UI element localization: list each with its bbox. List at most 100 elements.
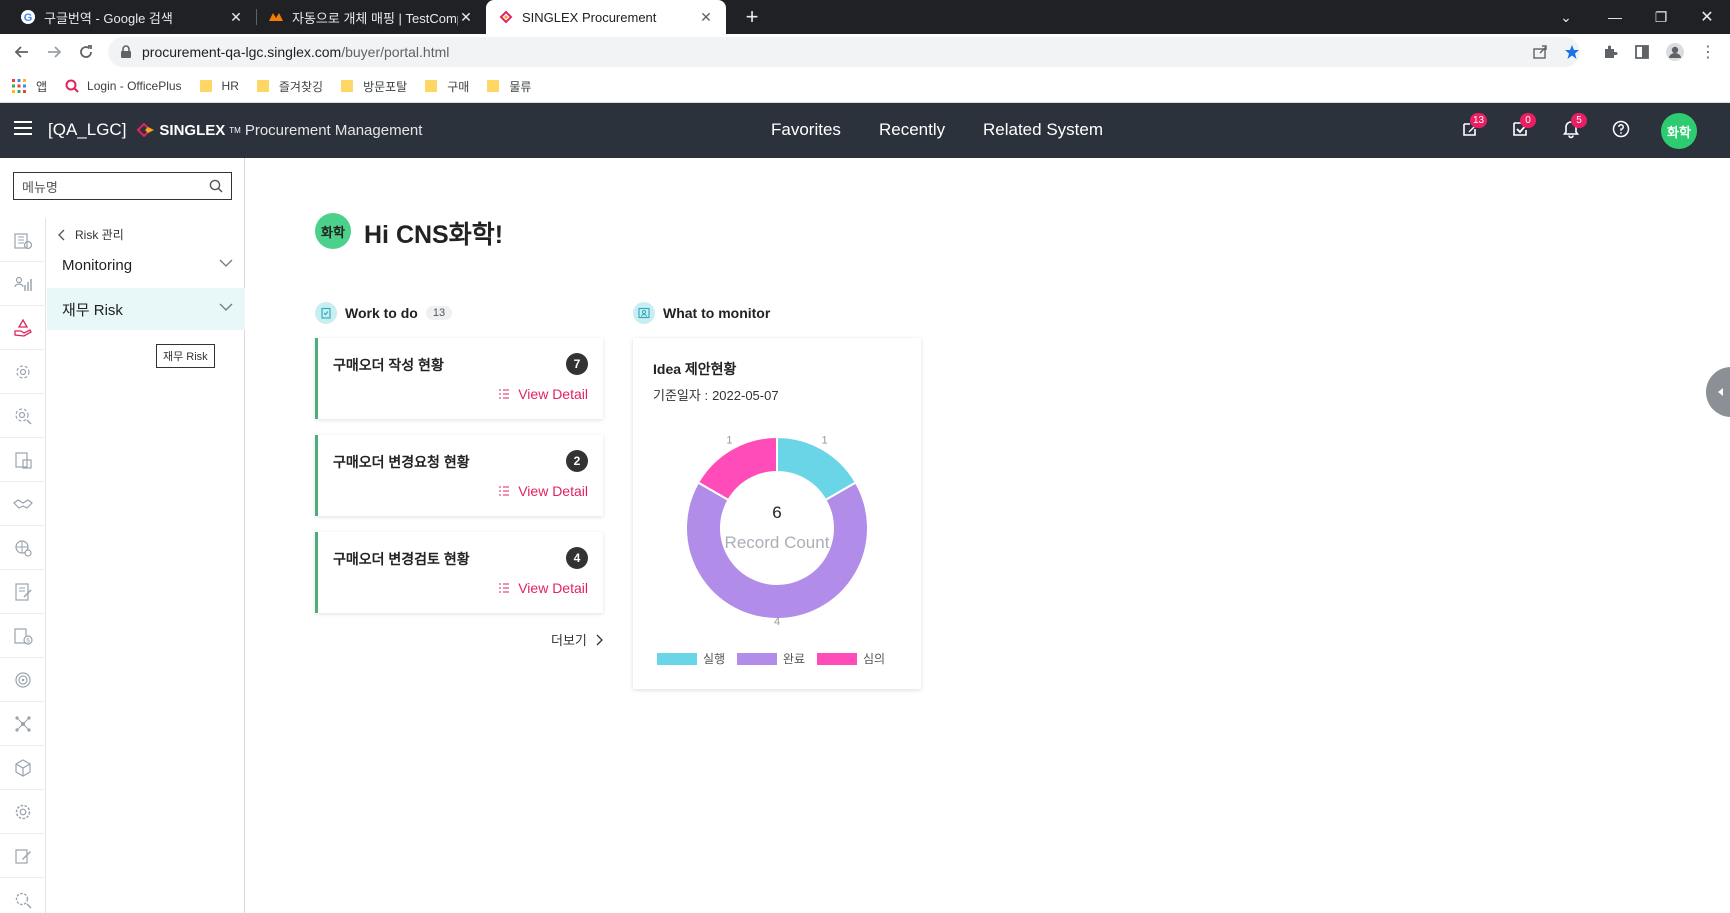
building-icon[interactable] (0, 218, 46, 262)
menu-item-label: Monitoring (62, 256, 133, 274)
bell-icon[interactable]: 5 (1561, 113, 1587, 141)
legend-swatch[interactable] (737, 653, 777, 665)
gear-search-icon[interactable] (0, 878, 46, 913)
document-box-icon[interactable] (0, 438, 46, 482)
extensions-icon[interactable] (1598, 40, 1622, 64)
monitor-user-icon (633, 302, 655, 324)
folder-icon (425, 80, 438, 92)
legend-swatch[interactable] (657, 653, 697, 665)
back-to-risk-link[interactable]: Risk 관리 (57, 226, 124, 243)
bookmark-logistics[interactable]: 물류 (487, 78, 531, 95)
chevron-down-icon (219, 259, 233, 267)
folder-icon (341, 80, 354, 92)
hamburger-menu-icon[interactable] (14, 121, 32, 135)
bookmark-label: 구매 (447, 79, 470, 94)
people-chart-icon[interactable] (0, 262, 46, 306)
browser-tab-testcomplete[interactable]: 자동으로 개체 매핑 | TestComplete ✕ (256, 0, 486, 34)
collapse-panel-handle[interactable] (1706, 367, 1730, 417)
globe-gear-icon[interactable] (0, 526, 46, 570)
bookmark-favorites[interactable]: 즐겨찾깅 (256, 78, 324, 95)
money-doc-icon[interactable]: $ (0, 614, 46, 658)
bookmark-visit-portal[interactable]: 방문포탈 (341, 78, 407, 95)
contract-icon[interactable] (0, 570, 46, 614)
bookmark-hr[interactable]: HR (199, 79, 239, 93)
browser-tab-singlex[interactable]: SINGLEX Procurement ✕ (486, 0, 726, 34)
work-card-title: 구매오더 변경요청 현황 (333, 454, 470, 470)
officeplus-icon (65, 79, 79, 93)
url-input[interactable]: procurement-qa-lgc.singlex.com/buyer/por… (108, 37, 1580, 67)
close-icon[interactable]: ✕ (698, 9, 714, 26)
view-detail-link[interactable]: View Detail (498, 386, 588, 402)
sidebar: 메뉴명 $ Risk 관리 Monitoring 재무 Risk (0, 158, 245, 913)
bookmark-purchase[interactable]: 구매 (425, 78, 469, 95)
view-detail-link[interactable]: View Detail (498, 483, 588, 499)
network-icon[interactable] (0, 702, 46, 746)
restore-icon[interactable]: ❐ (1638, 0, 1684, 34)
view-detail-link[interactable]: View Detail (498, 580, 588, 596)
cube-icon[interactable] (0, 746, 46, 790)
work-card-count: 7 (566, 353, 588, 375)
legend-swatch[interactable] (817, 653, 857, 665)
handshake-icon[interactable] (0, 482, 46, 526)
work-card[interactable]: 구매오더 변경검토 현황 4 View Detail (315, 532, 603, 613)
menu-item-monitoring[interactable]: Monitoring (47, 244, 245, 286)
settings-people-icon[interactable] (0, 350, 46, 394)
nav-recently[interactable]: Recently (879, 120, 945, 140)
search-gear-icon[interactable] (0, 394, 46, 438)
work-to-do-count: 13 (425, 306, 453, 320)
tab-title: 구글번역 - Google 검색 (44, 10, 173, 26)
back-icon[interactable] (8, 38, 36, 66)
legend-label[interactable]: 심의 (863, 652, 885, 666)
bookmark-apps[interactable]: 앱 (12, 78, 47, 95)
gear-icon[interactable] (0, 790, 46, 834)
side-panel-icon[interactable] (1630, 40, 1654, 64)
legend-label[interactable]: 완료 (783, 652, 805, 666)
svg-text:G: G (24, 12, 33, 24)
forward-icon[interactable] (40, 38, 68, 66)
work-card[interactable]: 구매오더 변경요청 현황 2 View Detail (315, 435, 603, 516)
legend-label[interactable]: 실행 (703, 651, 725, 666)
search-icon[interactable] (209, 179, 223, 193)
help-icon[interactable] (1611, 119, 1633, 141)
approval-icon[interactable]: 0 (1510, 113, 1536, 141)
product-name: Procurement Management (244, 121, 423, 139)
user-avatar[interactable]: 화학 (1661, 113, 1697, 149)
reload-icon[interactable] (72, 38, 100, 66)
new-tab-button[interactable]: + (738, 3, 766, 31)
nav-favorites[interactable]: Favorites (771, 120, 841, 140)
back-label: Risk 관리 (75, 228, 124, 242)
view-detail-label: View Detail (518, 386, 588, 402)
edit-doc-icon[interactable] (0, 834, 46, 878)
more-link[interactable]: 더보기 (551, 630, 603, 649)
greeting-title: Hi CNS화학! (364, 221, 504, 249)
target-icon[interactable] (0, 658, 46, 702)
bookmark-star-icon[interactable] (1560, 40, 1584, 64)
menu-search-placeholder: 메뉴명 (22, 179, 58, 195)
edit-icon[interactable]: 13 (1460, 113, 1488, 141)
tab-search-icon[interactable]: ⌄ (1543, 0, 1589, 34)
window-close-icon[interactable]: ✕ (1684, 0, 1730, 34)
profile-icon[interactable] (1663, 40, 1687, 64)
risk-hand-icon[interactable] (0, 306, 46, 350)
company-code: [QA_LGC] (48, 120, 127, 139)
minimize-icon[interactable]: — (1592, 0, 1638, 34)
menu-item-financial-risk[interactable]: 재무 Risk (47, 288, 245, 330)
close-icon[interactable]: ✕ (458, 9, 474, 26)
share-icon[interactable] (1528, 40, 1552, 64)
bookmark-officeplus[interactable]: Login - OfficePlus (65, 79, 182, 93)
browser-tab-google[interactable]: G 구글번역 - Google 검색 ✕ (8, 0, 256, 34)
menu-search-input[interactable]: 메뉴명 (13, 172, 232, 200)
chevron-right-icon (596, 634, 603, 645)
menu-kebab-icon[interactable]: ⋮ (1696, 40, 1720, 64)
browser-tab-strip: G 구글번역 - Google 검색 ✕ 자동으로 개체 매핑 | TestCo… (0, 0, 1730, 34)
address-bar-row: procurement-qa-lgc.singlex.com/buyer/por… (0, 34, 1730, 70)
chevron-down-icon (219, 303, 233, 311)
nav-related-system[interactable]: Related System (983, 120, 1103, 140)
google-icon: G (20, 9, 36, 25)
work-card[interactable]: 구매오더 작성 현황 7 View Detail (315, 338, 603, 419)
bookmark-label: 즐겨찾깅 (278, 79, 324, 94)
close-icon[interactable]: ✕ (228, 9, 244, 26)
brand[interactable]: [QA_LGC] SINGLEX TM Procurement Manageme… (48, 120, 422, 140)
bookmark-label: Login - OfficePlus (87, 79, 182, 93)
greeting-avatar: 화학 (315, 213, 351, 249)
